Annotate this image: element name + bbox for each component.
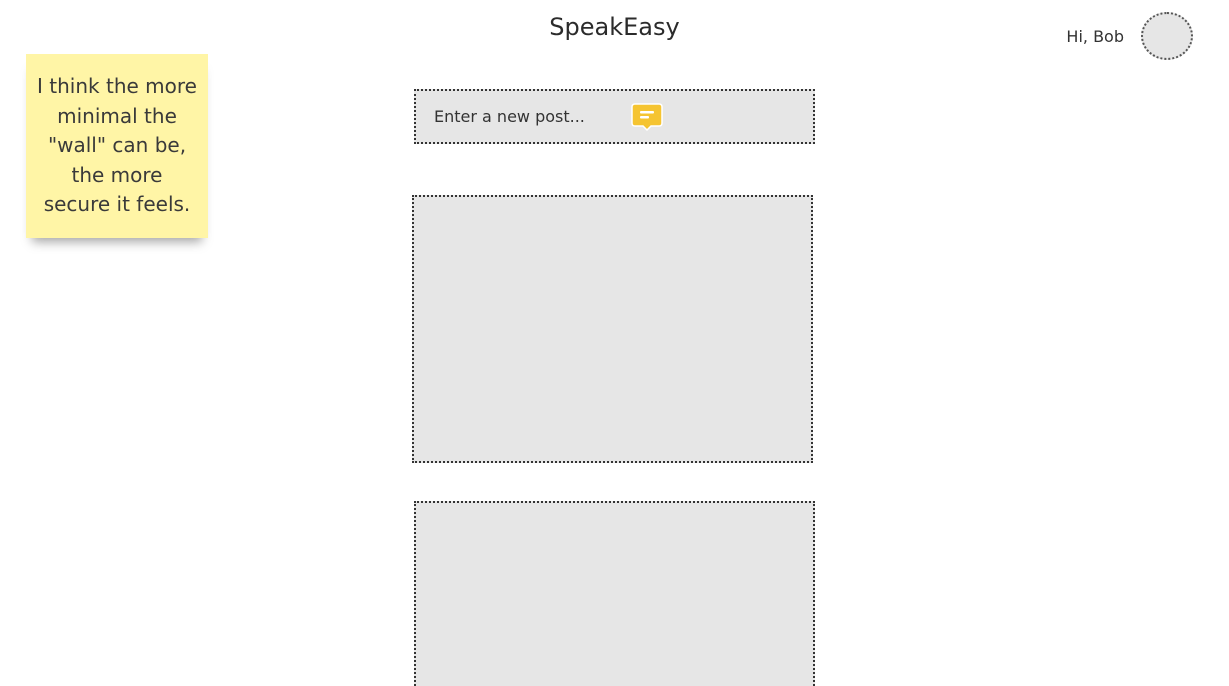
post-card bbox=[412, 195, 813, 463]
new-post-composer[interactable]: Enter a new post... bbox=[414, 89, 815, 144]
post-card bbox=[414, 501, 815, 686]
sticky-note: I think the more minimal the "wall" can … bbox=[26, 54, 208, 238]
wall-page: SpeakEasy Hi, Bob I think the more minim… bbox=[0, 0, 1229, 686]
user-greeting: Hi, Bob bbox=[1066, 27, 1124, 46]
new-post-input[interactable]: Enter a new post... bbox=[434, 106, 585, 128]
sticky-note-text: I think the more minimal the "wall" can … bbox=[37, 74, 197, 216]
chat-bubble-icon[interactable] bbox=[631, 103, 663, 131]
avatar[interactable] bbox=[1141, 12, 1193, 60]
